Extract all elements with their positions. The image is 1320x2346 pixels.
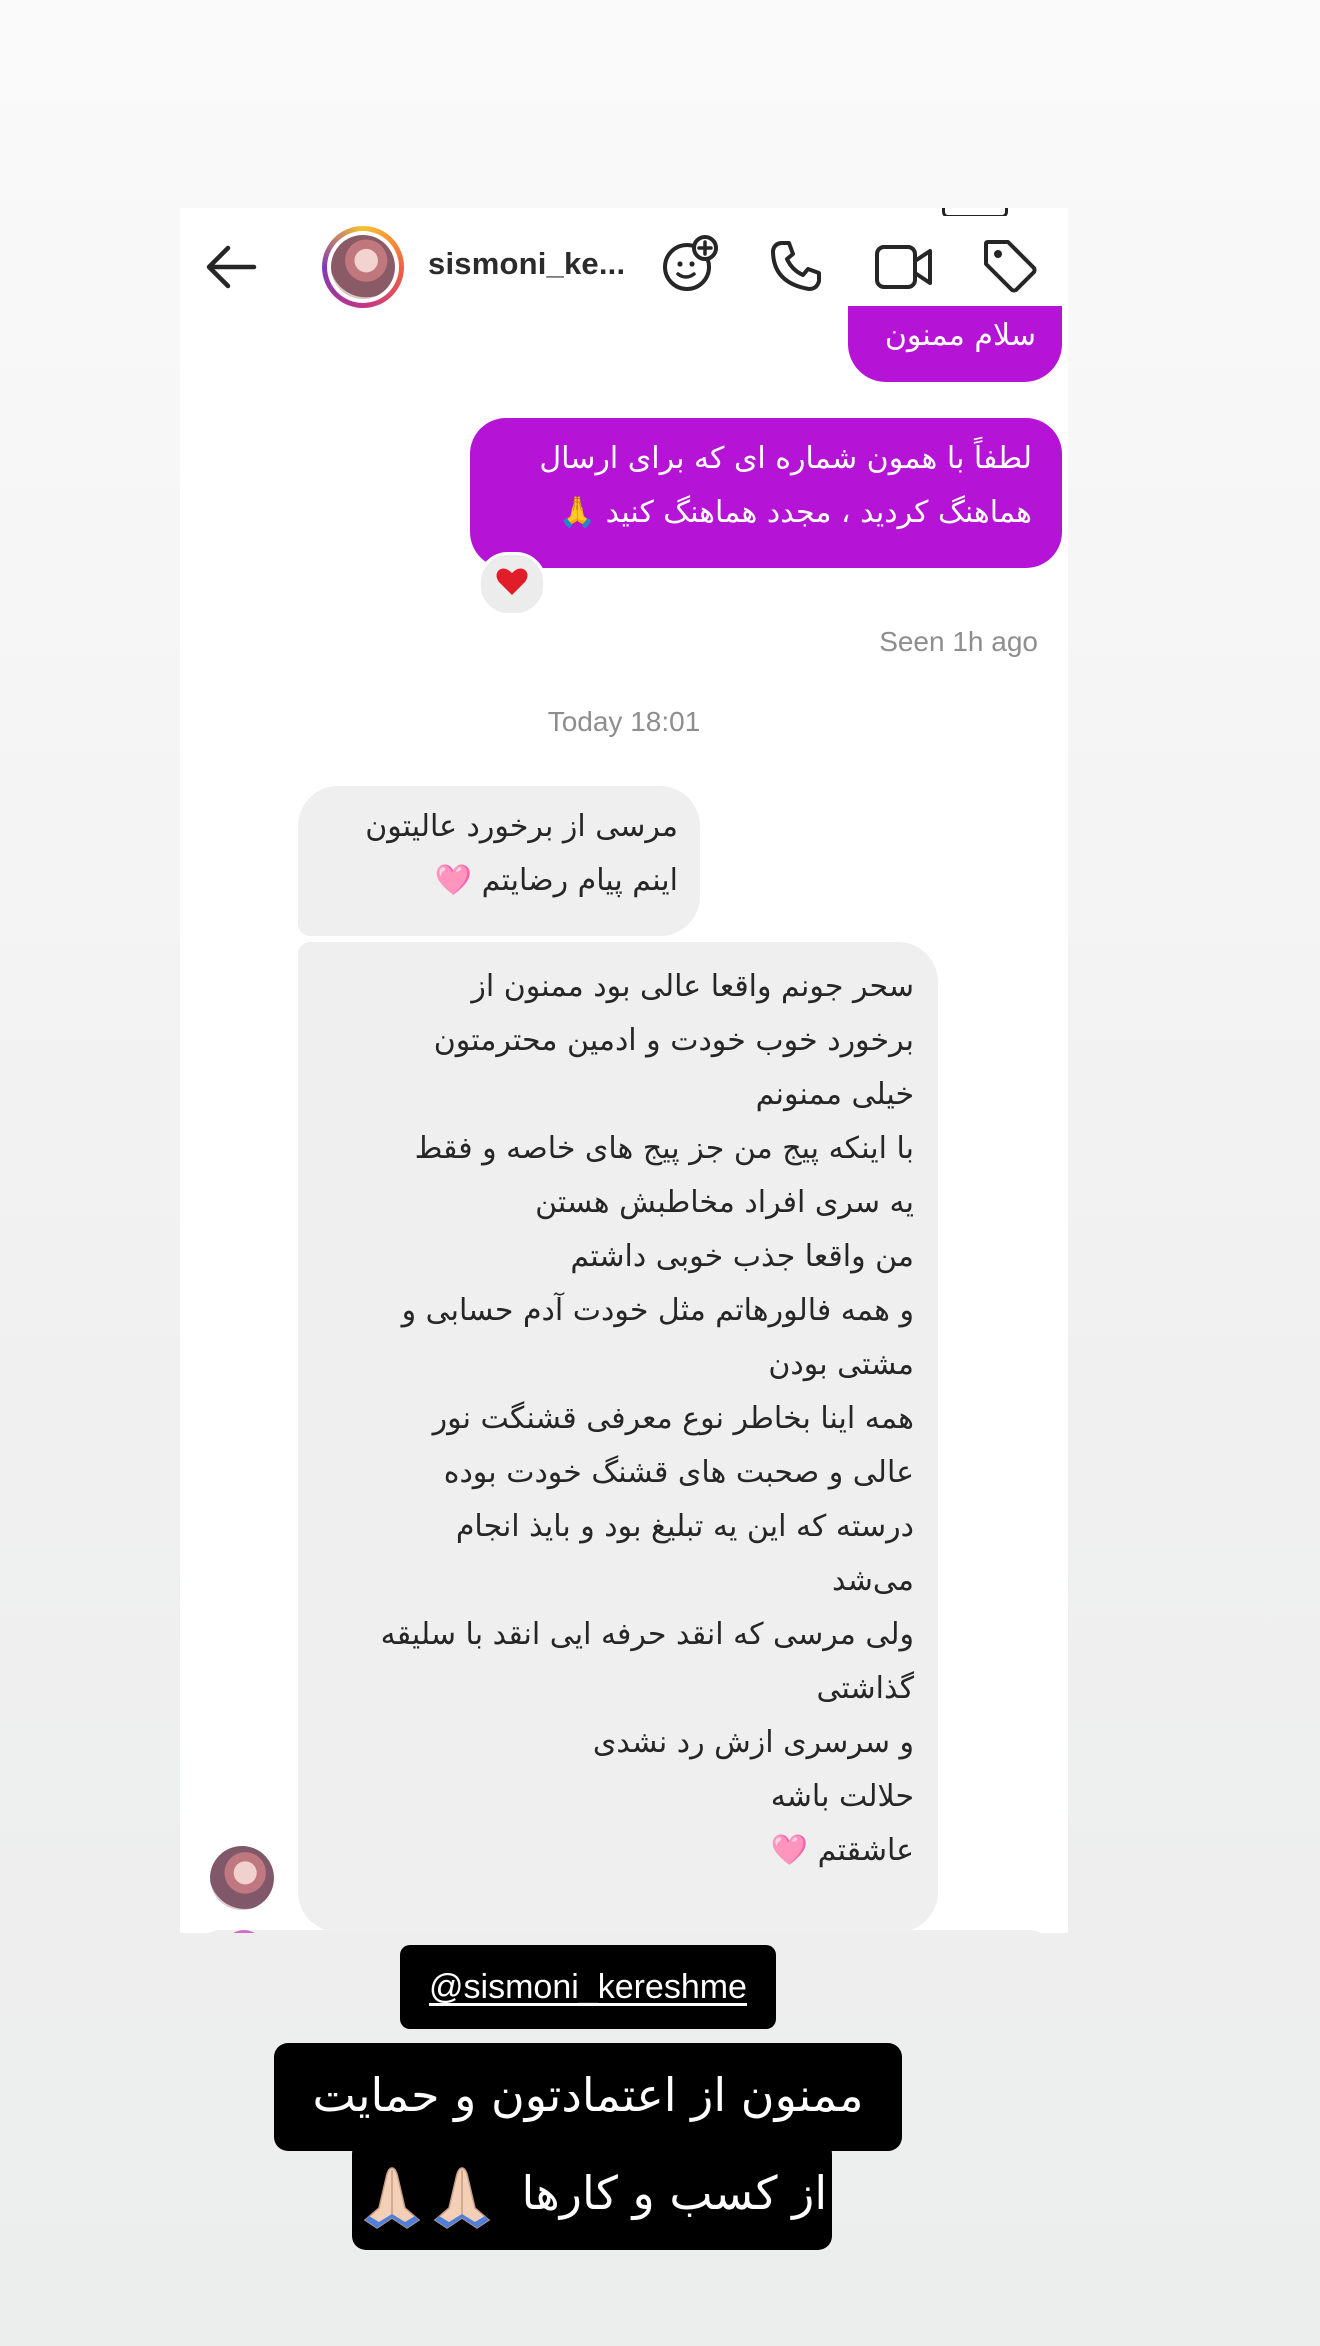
mention-sticker[interactable]: @sismoni_kereshme (400, 1945, 776, 2029)
message-text: مرسی از برخورد عالیتون اینم پیام رضایتم … (365, 809, 678, 898)
message-thread[interactable]: سلام ممنون لطفاً با همون شماره ای که برا… (180, 306, 1068, 1933)
message-bubble-incoming[interactable]: سحر جونم واقعا عالی بود ممنون از برخورد … (298, 942, 938, 1932)
heart-reaction[interactable] (478, 552, 546, 616)
praying-hands-icon (363, 2166, 491, 2229)
status-bar (180, 208, 1068, 216)
message-text: سحر جونم واقعا عالی بود ممنون از برخورد … (380, 969, 914, 1868)
back-arrow-icon[interactable] (204, 242, 258, 292)
red-heart-icon (496, 568, 528, 595)
phone-icon[interactable] (768, 238, 824, 294)
video-icon[interactable] (874, 242, 934, 292)
sender-avatar[interactable] (210, 1846, 274, 1910)
chat-header: sismoni_ke... (180, 216, 1068, 316)
caption-line-2: از کسب و کارها (352, 2140, 832, 2250)
caption-text: از کسب و کارها (521, 2166, 828, 2220)
seen-status: Seen 1h ago (879, 626, 1038, 657)
message-text: سلام ممنون (884, 318, 1036, 353)
caption-line-1: ممنون از اعتمادتون و حمایت (274, 2043, 902, 2151)
chat-username[interactable]: sismoni_ke... (428, 246, 625, 282)
mention-text: @sismoni_kereshme (429, 1968, 747, 2006)
profile-photo (331, 235, 395, 299)
message-bubble-outgoing[interactable]: لطفاً با همون شماره ای که برای ارسال هما… (470, 418, 1062, 568)
message-bubble-incoming[interactable] (200, 1930, 1050, 1933)
message-bubble-outgoing[interactable]: سلام ممنون (848, 306, 1062, 382)
tag-icon[interactable] (980, 236, 1038, 294)
message-text: لطفاً با همون شماره ای که برای ارسال هما… (539, 441, 1032, 530)
dm-screen: sismoni_ke... سلام ممنون لطفاً با همون ش… (180, 208, 1068, 1933)
message-bubble-incoming[interactable]: مرسی از برخورد عالیتون اینم پیام رضایتم … (298, 786, 700, 936)
battery-icon (942, 208, 1008, 216)
message-timestamp: Today 18:01 (547, 706, 701, 737)
effects-icon[interactable] (660, 234, 720, 294)
avatar[interactable] (322, 226, 404, 308)
